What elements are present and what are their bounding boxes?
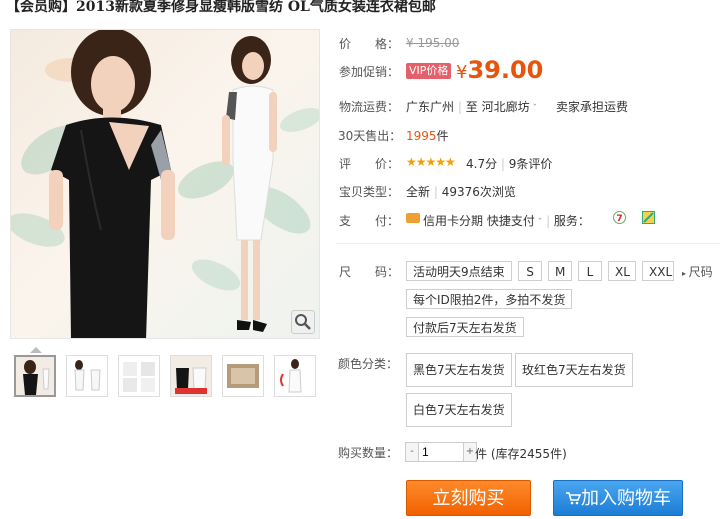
shipping-sep: 至 — [465, 100, 478, 114]
rating-score: 4.7分 — [466, 157, 498, 171]
product-photo — [11, 30, 319, 338]
rating-info: 4.7分 | 9条评价 — [466, 155, 552, 172]
credit-card-icon — [406, 213, 420, 223]
size-note-limit[interactable]: 每个ID限拍2件，多拍不发货 — [406, 289, 573, 309]
sales-count: 1995件 — [406, 127, 449, 144]
size-note-shipping[interactable]: 付款后7天左右发货 — [406, 317, 524, 337]
magnifier-icon — [295, 314, 311, 330]
shipping-separator: | — [457, 100, 462, 114]
shipping-note: 卖家承担运费 — [556, 100, 629, 114]
type-info: 全新 | 49376次浏览 — [406, 183, 516, 200]
zoom-button[interactable] — [291, 310, 315, 334]
cart-icon — [566, 492, 582, 505]
type-label: 宝贝类型： — [339, 185, 400, 199]
sales-number[interactable]: 1995 — [406, 129, 437, 143]
quantity-unit-text: 件 — [475, 447, 488, 461]
size-option-xl[interactable]: XL — [608, 261, 636, 281]
decrease-button[interactable]: - — [405, 442, 419, 462]
thumbnail-3[interactable] — [118, 355, 160, 397]
main-product-image[interactable] — [10, 29, 320, 339]
thumbnail-2[interactable] — [66, 355, 108, 397]
rating-separator: | — [500, 157, 505, 171]
size-option-promo[interactable]: 活动明天9点结束 — [406, 261, 512, 281]
color-option-rose[interactable]: 玫红色7天左右发货 — [515, 353, 633, 387]
shipping-route: 广东广州 | 至 河北廊坊 ˇ — [406, 98, 537, 115]
service-label: 服务： — [553, 214, 590, 228]
rating-label: 评 价： — [339, 157, 400, 171]
rating-reviews-link[interactable]: 9条评价 — [509, 157, 553, 171]
stock-count: (库存2455件) — [490, 447, 567, 461]
original-price: ¥ 195.00 — [406, 36, 460, 50]
payment-label: 支 付： — [339, 214, 400, 228]
size-option-xxl[interactable]: XXL — [642, 261, 674, 281]
add-to-cart-button[interactable]: 加入购物车 — [553, 480, 683, 516]
current-price: ¥39.00 — [456, 56, 543, 84]
currency-symbol: ¥ — [456, 62, 468, 83]
color-option-black[interactable]: 黑色7天左右发货 — [406, 353, 512, 387]
product-title: 【会员购】2013新款夏季修身显瘦韩版雪纺 OL气质女装连衣裙包邮 — [6, 0, 436, 15]
quick-pay-link[interactable]: 快捷支付 — [487, 214, 535, 228]
payment-separator: | — [546, 214, 554, 228]
shipping-from: 广东广州 — [406, 100, 455, 114]
quantity-input[interactable] — [419, 442, 463, 462]
size-chart-text: 尺码 — [688, 265, 713, 279]
buy-now-button[interactable]: 立刻购买 — [406, 480, 531, 516]
price-label: 价 格： — [339, 37, 400, 51]
thumbnail-5[interactable] — [222, 355, 264, 397]
vip-price-tag: VIP价格 — [406, 63, 452, 79]
size-chart-link[interactable]: ▸ 尺码 — [682, 263, 713, 280]
installment-link[interactable]: 信用卡分期 — [423, 214, 483, 228]
type-separator: | — [433, 185, 438, 199]
chevron-down-icon[interactable]: ˇ — [530, 104, 537, 114]
chevron-down-icon[interactable]: ˇ — [535, 218, 543, 228]
svg-text:7: 7 — [616, 214, 622, 224]
price-value: 39.00 — [467, 56, 544, 84]
item-condition: 全新 — [406, 185, 431, 199]
size-option-m[interactable]: M — [548, 261, 572, 281]
promo-label: 参加促销： — [339, 65, 400, 79]
seven-day-return-icon[interactable]: 7 — [613, 211, 626, 224]
thumbnail-pointer — [30, 347, 42, 353]
sales-unit: 件 — [436, 129, 449, 143]
payment-options: 信用卡分期 快捷支付 ˇ | 服务： — [423, 212, 590, 229]
size-label: 尺 码： — [339, 265, 400, 279]
rating-stars-icon: ★★★★★ — [406, 155, 456, 169]
thumbnail-4[interactable] — [170, 355, 212, 397]
color-label: 颜色分类： — [338, 357, 399, 371]
guarantee-icon[interactable] — [642, 211, 655, 224]
thumbnail-1[interactable] — [14, 355, 56, 397]
thumbnail-6[interactable] — [274, 355, 316, 397]
shipping-destination[interactable]: 河北廊坊 — [482, 100, 530, 114]
shipping-label: 物流运费： — [339, 100, 400, 114]
view-count: 49376次浏览 — [441, 185, 516, 199]
size-option-s[interactable]: S — [518, 261, 542, 281]
quantity-unit: 件 (库存2455件) — [475, 445, 567, 462]
size-option-l[interactable]: L — [578, 261, 602, 281]
quantity-label: 购买数量： — [338, 446, 399, 460]
section-divider — [336, 243, 720, 244]
add-to-cart-label: 加入购物车 — [581, 488, 671, 509]
sales-label: 30天售出： — [338, 129, 402, 143]
color-option-white[interactable]: 白色7天左右发货 — [406, 393, 512, 427]
